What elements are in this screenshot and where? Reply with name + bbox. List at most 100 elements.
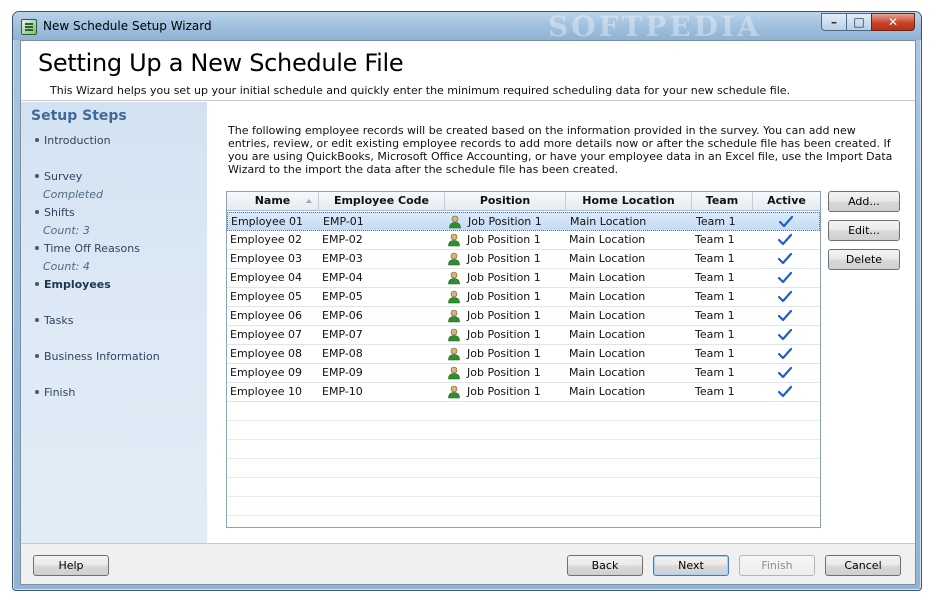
checkmark-icon (777, 271, 793, 284)
step-time-off-count: Count: 4 (43, 260, 90, 273)
cell-name: Employee 02 (230, 233, 302, 246)
minimize-icon: – (831, 15, 837, 29)
delete-button[interactable]: Delete (828, 249, 900, 270)
cell-team: Team 1 (695, 347, 735, 360)
column-header-active[interactable]: Active (753, 192, 820, 211)
table-row[interactable]: Employee 01 EMP-01 Job Position 1 Main Loca… (227, 212, 820, 231)
maximize-icon: □ (853, 15, 865, 29)
maximize-button[interactable]: □ (846, 13, 872, 31)
person-icon (448, 347, 460, 361)
cell-location: Main Location (569, 328, 646, 341)
step-label: Finish (44, 386, 76, 399)
title-bar[interactable]: New Schedule Setup Wizard SOFTPEDIA – □ … (13, 11, 921, 43)
cell-position: Job Position 1 (467, 271, 541, 284)
bullet-icon (35, 354, 39, 358)
table-row-empty (227, 421, 820, 440)
edit-button[interactable]: Edit... (828, 220, 900, 241)
table-row[interactable]: Employee 07 EMP-07 Job Position 1 Main Loca… (227, 326, 820, 345)
bullet-icon (35, 318, 39, 322)
cell-team: Team 1 (695, 328, 735, 341)
step-label: Time Off Reasons (44, 242, 140, 255)
cell-name: Employee 05 (230, 290, 302, 303)
step-label: Tasks (44, 314, 74, 327)
step-label: Business Information (44, 350, 160, 363)
finish-button[interactable]: Finish (739, 555, 815, 576)
table-row[interactable]: Employee 03 EMP-03 Job Position 1 Main Loca… (227, 250, 820, 269)
bullet-icon (35, 390, 39, 394)
employee-grid[interactable]: Name Employee Code Position Home Locatio… (226, 191, 821, 528)
checkmark-icon (777, 366, 793, 379)
table-row[interactable]: Employee 04 EMP-04 Job Position 1 Main Loca… (227, 269, 820, 288)
cell-position: Job Position 1 (467, 385, 541, 398)
add-button[interactable]: Add... (828, 191, 900, 212)
cell-team: Team 1 (695, 233, 735, 246)
column-header-name[interactable]: Name (227, 192, 319, 211)
cell-code: EMP-06 (322, 309, 363, 322)
table-row[interactable]: Employee 08 EMP-08 Job Position 1 Main Loca… (227, 345, 820, 364)
cell-position: Job Position 1 (467, 233, 541, 246)
cell-code: EMP-09 (322, 366, 363, 379)
table-row[interactable]: Employee 06 EMP-06 Job Position 1 Main Loca… (227, 307, 820, 326)
column-header-team[interactable]: Team (692, 192, 753, 211)
close-button[interactable]: ✕ (871, 13, 915, 31)
cell-name: Employee 08 (230, 347, 302, 360)
cell-location: Main Location (570, 215, 647, 228)
person-icon (448, 366, 460, 380)
cell-location: Main Location (569, 252, 646, 265)
window-controls: – □ ✕ (821, 13, 915, 31)
bullet-icon (35, 246, 39, 250)
cancel-button[interactable]: Cancel (825, 555, 901, 576)
checkmark-icon (777, 233, 793, 246)
table-row-empty (227, 478, 820, 497)
watermark: SOFTPEDIA (548, 11, 762, 43)
cell-code: EMP-03 (322, 252, 363, 265)
person-icon (448, 309, 460, 323)
step-survey-status: Completed (43, 188, 103, 201)
table-row[interactable]: Employee 10 EMP-10 Job Position 1 Main Loca… (227, 383, 820, 402)
page-title: Setting Up a New Schedule File (38, 49, 404, 77)
table-row[interactable]: Employee 09 EMP-09 Job Position 1 Main Loca… (227, 364, 820, 383)
setup-steps-sidebar: Setup Steps Introduction Survey Complete… (21, 102, 207, 543)
column-header-employee-code[interactable]: Employee Code (319, 192, 445, 211)
cell-team: Team 1 (695, 252, 735, 265)
cell-location: Main Location (569, 233, 646, 246)
cell-code: EMP-10 (322, 385, 363, 398)
cell-team: Team 1 (695, 385, 735, 398)
cell-location: Main Location (569, 290, 646, 303)
cell-team: Team 1 (695, 309, 735, 322)
step-label: Survey (44, 170, 83, 183)
checkmark-icon (777, 290, 793, 303)
column-header-position[interactable]: Position (445, 192, 566, 211)
step-shifts: Shifts (35, 206, 75, 219)
intro-text: The following employee records will be c… (228, 124, 893, 176)
help-button[interactable]: Help (33, 555, 109, 576)
minimize-button[interactable]: – (821, 13, 847, 31)
column-header-home-location[interactable]: Home Location (566, 192, 692, 211)
cell-team: Team 1 (695, 366, 735, 379)
step-survey: Survey (35, 170, 82, 183)
cell-name: Employee 09 (230, 366, 302, 379)
table-row[interactable]: Employee 02 EMP-02 Job Position 1 Main Loca… (227, 231, 820, 250)
sort-ascending-icon (306, 199, 312, 203)
app-icon (21, 19, 37, 35)
back-button[interactable]: Back (567, 555, 643, 576)
table-row-empty (227, 459, 820, 478)
step-tasks: Tasks (35, 314, 73, 327)
cell-name: Employee 04 (230, 271, 302, 284)
cell-code: EMP-07 (322, 328, 363, 341)
cell-position: Job Position 1 (467, 252, 541, 265)
step-time-off-reasons: Time Off Reasons (35, 242, 140, 255)
bullet-icon (35, 282, 39, 286)
cell-name: Employee 07 (230, 328, 302, 341)
person-icon (448, 252, 460, 266)
table-row-empty (227, 402, 820, 421)
cell-name: Employee 01 (231, 215, 303, 228)
person-icon (448, 328, 460, 342)
wizard-header: Setting Up a New Schedule File This Wiza… (21, 41, 915, 101)
next-button[interactable]: Next (653, 555, 729, 576)
cell-location: Main Location (569, 366, 646, 379)
person-icon (448, 233, 460, 247)
table-row[interactable]: Employee 05 EMP-05 Job Position 1 Main Loca… (227, 288, 820, 307)
cell-location: Main Location (569, 271, 646, 284)
step-employees: Employees (35, 278, 111, 291)
